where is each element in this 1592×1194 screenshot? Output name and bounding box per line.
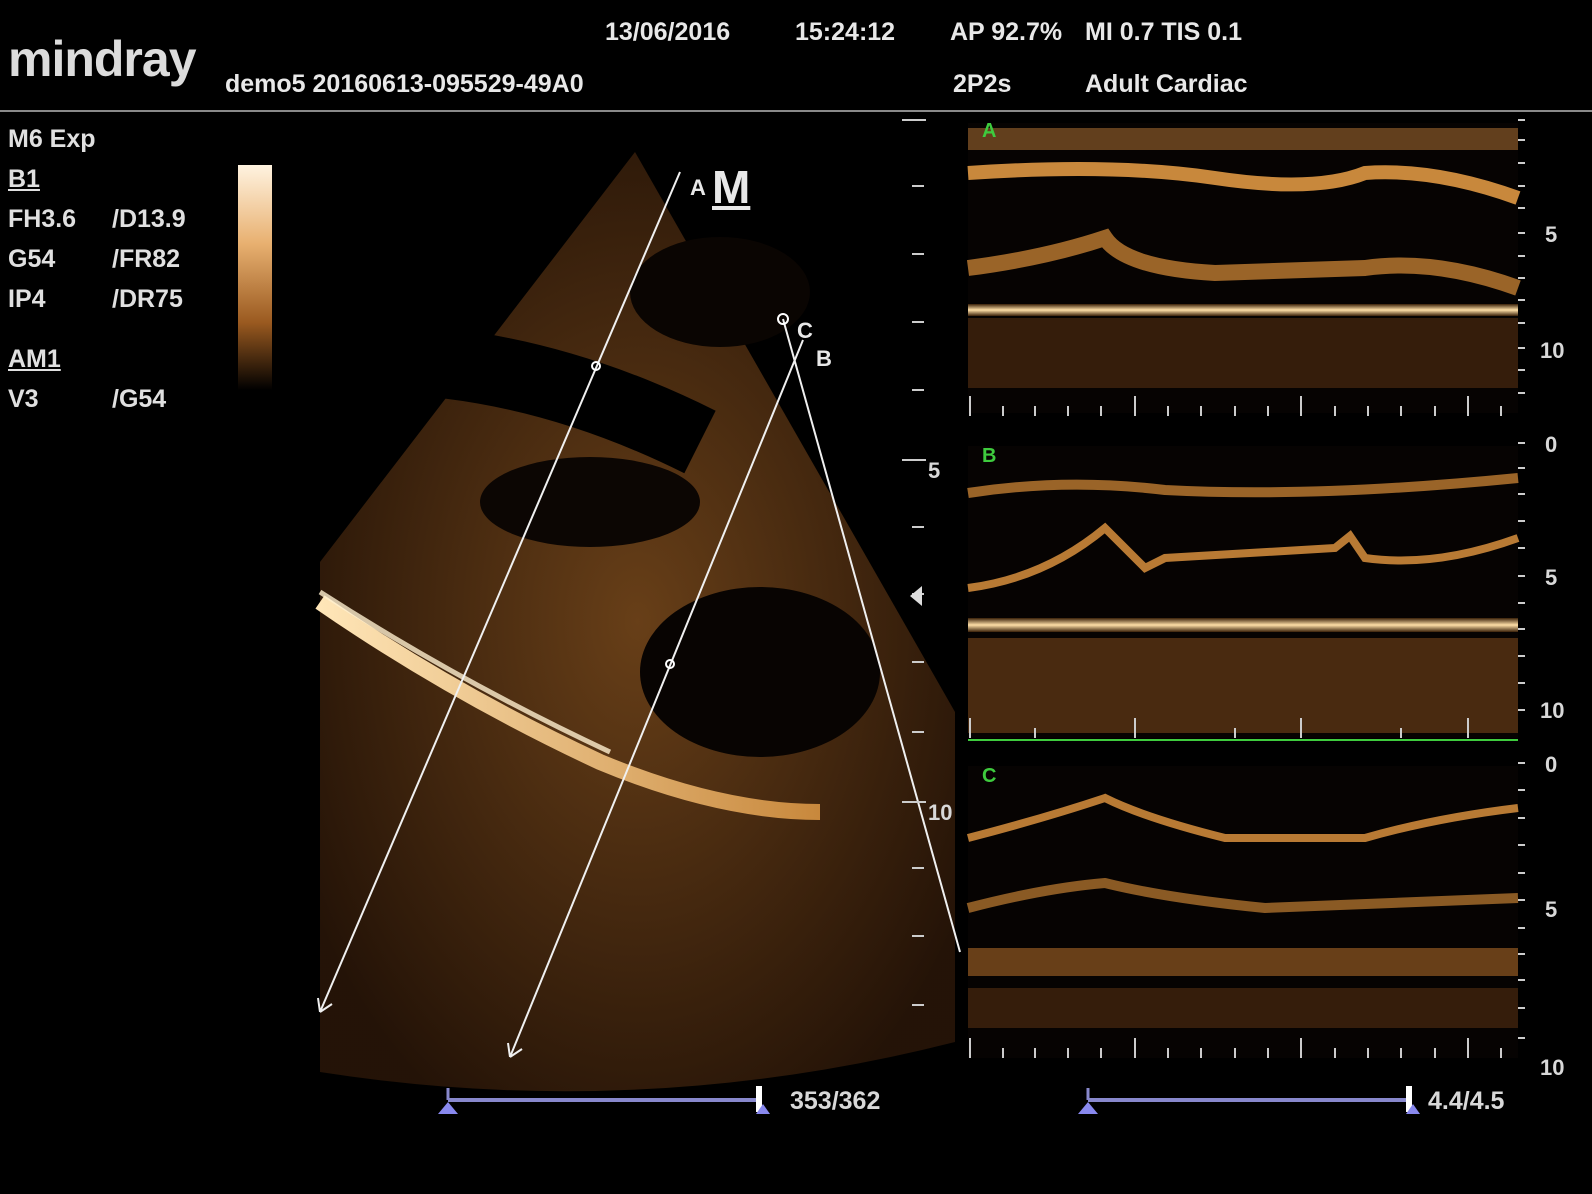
- m-panel-b-label: B: [982, 445, 997, 467]
- frame-counter: 353/362: [790, 1087, 881, 1115]
- m-panel-a-tick-5: 5: [1545, 222, 1558, 247]
- m-line-c-label: C: [797, 318, 813, 343]
- m-panel-b-tick-0: 0: [1545, 432, 1558, 457]
- depth-label-5: 5: [928, 458, 941, 483]
- m-panel-a-label: A: [982, 120, 997, 142]
- m-panel-b-tick-5: 5: [1545, 565, 1558, 590]
- cine-start-marker: [438, 1102, 458, 1114]
- mi-tis-index: MI 0.7 TIS 0.1: [1085, 18, 1243, 46]
- chamber-lower: [640, 587, 880, 757]
- m-mode-traces: [966, 119, 1525, 1058]
- chamber-upper: [630, 237, 810, 347]
- m-panel-c-tick-0: 0: [1545, 752, 1558, 777]
- m-panel-c-label: C: [982, 765, 997, 787]
- m-panel-b-tick-10: 10: [1540, 698, 1565, 723]
- m-panel-c-tick-10: 10: [1540, 1055, 1565, 1080]
- time-counter: 4.4/4.5: [1428, 1087, 1505, 1115]
- m-line-a-label: A: [690, 175, 706, 200]
- focus-marker: [910, 586, 922, 606]
- m-panel-a-tick-10: 10: [1540, 338, 1565, 363]
- mindray-logo: mindray: [8, 31, 197, 87]
- exam-preset: Adult Cardiac: [1085, 70, 1248, 98]
- acoustic-power: AP 92.7%: [950, 18, 1063, 46]
- cine-frame-slider[interactable]: [430, 1080, 810, 1120]
- exam-time: 15:24:12: [795, 18, 896, 46]
- m-panel-c-tick-5: 5: [1545, 897, 1558, 922]
- exam-date: 13/06/2016: [605, 18, 731, 46]
- chamber-mid: [480, 457, 700, 547]
- patient-id: demo5 20160613-095529-49A0: [225, 70, 584, 98]
- m-mode-marker: M: [712, 161, 751, 213]
- probe-name: 2P2s: [953, 70, 1012, 98]
- depth-label-10: 10: [928, 800, 953, 825]
- m-start-marker: [1078, 1102, 1098, 1114]
- m-line-b-label: B: [816, 346, 832, 371]
- m-mode-time-slider[interactable]: [1070, 1080, 1430, 1120]
